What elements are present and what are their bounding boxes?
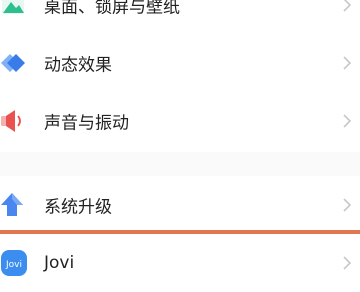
chevron-right-icon [342, 255, 352, 271]
settings-item-label: 声音与振动 [44, 113, 129, 134]
settings-list: 桌面、锁屏与壁纸 动态效果 声音与振动 系统升级 Jovi Jovi [0, 0, 360, 292]
group-divider [0, 152, 360, 176]
settings-item-wallpaper[interactable]: 桌面、锁屏与壁纸 [0, 0, 360, 34]
settings-item-label: 系统升级 [44, 197, 112, 218]
settings-item-sound-vibration[interactable]: 声音与振动 [0, 92, 360, 150]
settings-item-dynamic-effects[interactable]: 动态效果 [0, 34, 360, 92]
settings-item-label: 桌面、锁屏与壁纸 [44, 0, 180, 18]
sound-vibration-icon [0, 107, 28, 135]
settings-item-label: 动态效果 [44, 55, 112, 76]
settings-item-system-update[interactable]: 系统升级 [0, 176, 360, 234]
jovi-icon-text: Jovi [5, 260, 22, 270]
chevron-right-icon [342, 55, 352, 71]
settings-item-jovi[interactable]: Jovi Jovi [0, 234, 360, 292]
chevron-right-icon [342, 197, 352, 213]
chevron-right-icon [342, 0, 352, 13]
settings-item-label: Jovi [44, 253, 75, 273]
chevron-right-icon [342, 113, 352, 129]
system-update-icon [0, 191, 28, 219]
wallpaper-icon [0, 0, 28, 19]
jovi-icon: Jovi [0, 249, 28, 277]
dynamic-effects-icon [0, 49, 28, 77]
